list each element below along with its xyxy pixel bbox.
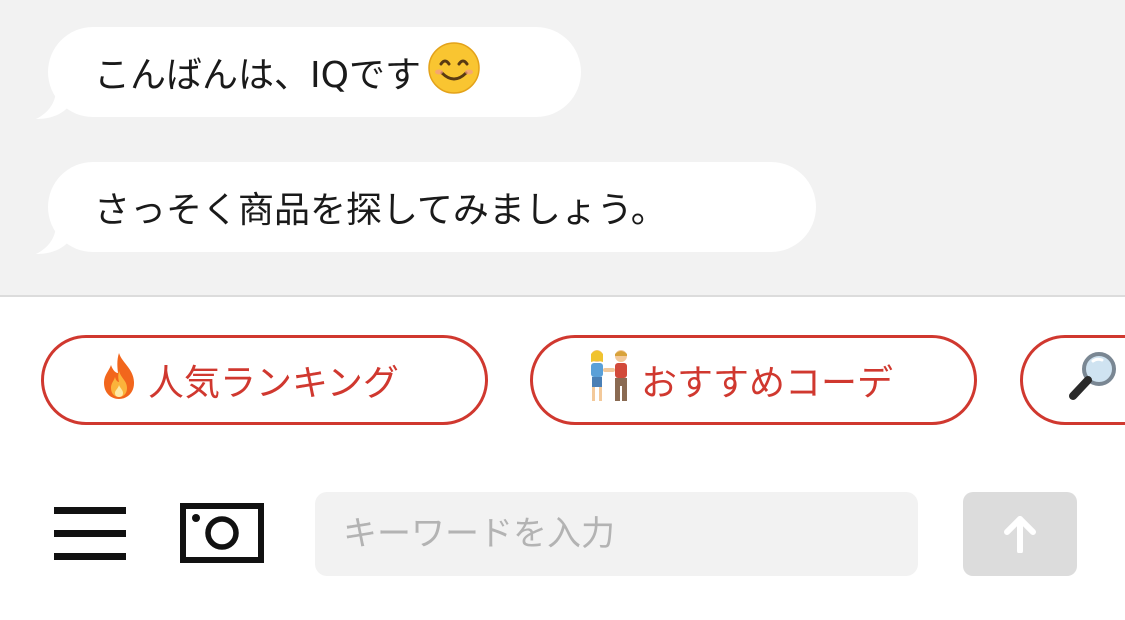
chat-bubble-greeting: こんばんは、IQです: [36, 27, 581, 119]
magnifier-icon: [1067, 349, 1121, 412]
smiling-face-emoji-icon: [427, 41, 481, 104]
bubble-tail: [36, 89, 70, 119]
arrow-up-icon: [1004, 516, 1036, 553]
chat-message-text: こんばんは、IQです: [94, 55, 421, 96]
camera-icon[interactable]: [180, 503, 264, 563]
chip-search[interactable]: [1020, 335, 1125, 425]
chat-message-text: さっそく商品を探してみましょう。: [94, 190, 667, 231]
chip-popular-ranking[interactable]: 人気ランキング: [41, 335, 488, 425]
send-button[interactable]: [963, 492, 1077, 576]
input-toolbar: [0, 457, 1125, 620]
chip-label: おすすめコーデ: [641, 363, 894, 404]
couple-icon: [583, 348, 635, 413]
keyword-search-input[interactable]: [315, 492, 918, 576]
chip-label: 人気ランキング: [148, 363, 399, 404]
suggestion-chips: 人気ランキング おすすめコーデ: [0, 297, 1125, 457]
chat-area: こんばんは、IQです さっそく商品を探してみましょう。: [0, 0, 1125, 297]
fire-icon: [96, 351, 142, 410]
bubble-tail: [36, 224, 70, 254]
chat-bubble-prompt: さっそく商品を探してみましょう。: [36, 162, 816, 254]
chip-recommended-coordinates[interactable]: おすすめコーデ: [530, 335, 977, 425]
hamburger-menu-icon[interactable]: [54, 503, 126, 563]
